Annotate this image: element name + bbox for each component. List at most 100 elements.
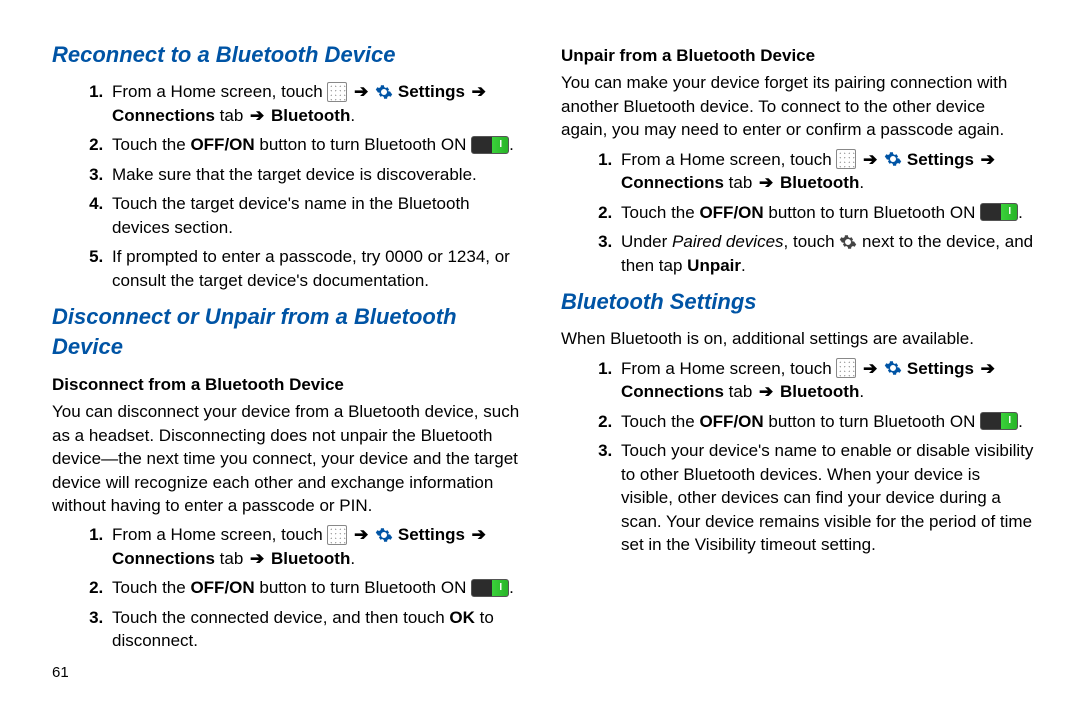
arrow-icon: ➔ xyxy=(352,525,370,544)
text: . xyxy=(350,106,355,125)
settings-label: Settings xyxy=(907,150,979,169)
text: Touch the xyxy=(112,578,190,597)
heading-bluetooth-settings: Bluetooth Settings xyxy=(561,287,1036,317)
text: . xyxy=(509,578,514,597)
list-item: Touch the target device's name in the Bl… xyxy=(108,192,527,239)
connections-label: Connections xyxy=(112,106,215,125)
toggle-on-icon xyxy=(471,579,509,597)
offon-label: OFF/ON xyxy=(699,412,763,431)
list-item: Touch the OFF/ON button to turn Bluetoot… xyxy=(617,201,1036,224)
bluetooth-settings-paragraph: When Bluetooth is on, additional setting… xyxy=(561,327,1036,350)
bluetooth-settings-steps: From a Home screen, touch ➔ Settings ➔ C… xyxy=(561,357,1036,557)
text: . xyxy=(1018,412,1023,431)
offon-label: OFF/ON xyxy=(699,203,763,222)
list-item: Touch the connected device, and then tou… xyxy=(108,606,527,653)
settings-label: Settings xyxy=(398,525,470,544)
apps-icon xyxy=(836,149,856,169)
arrow-icon: ➔ xyxy=(470,82,488,101)
subheading-disconnect: Disconnect from a Bluetooth Device xyxy=(52,373,527,396)
offon-label: OFF/ON xyxy=(190,135,254,154)
arrow-icon: ➔ xyxy=(757,173,775,192)
left-column: Reconnect to a Bluetooth Device From a H… xyxy=(52,40,527,683)
disconnect-steps: From a Home screen, touch ➔ Settings ➔ C… xyxy=(52,523,527,652)
arrow-icon: ➔ xyxy=(248,549,266,568)
arrow-icon: ➔ xyxy=(861,150,879,169)
gear-icon xyxy=(375,526,393,544)
reconnect-steps: From a Home screen, touch ➔ Settings ➔ C… xyxy=(52,80,527,292)
text: button to turn Bluetooth ON xyxy=(764,412,980,431)
apps-icon xyxy=(327,525,347,545)
text: Under xyxy=(621,232,672,251)
text: . xyxy=(509,135,514,154)
text: Touch the xyxy=(112,135,190,154)
text: From a Home screen, touch xyxy=(621,150,836,169)
toggle-on-icon xyxy=(471,136,509,154)
text: tab xyxy=(215,549,248,568)
text: button to turn Bluetooth ON xyxy=(255,578,471,597)
list-item: From a Home screen, touch ➔ Settings ➔ C… xyxy=(617,357,1036,404)
offon-label: OFF/ON xyxy=(190,578,254,597)
subheading-unpair: Unpair from a Bluetooth Device xyxy=(561,44,1036,67)
list-item: From a Home screen, touch ➔ Settings ➔ C… xyxy=(108,80,527,127)
connections-label: Connections xyxy=(621,173,724,192)
arrow-icon: ➔ xyxy=(979,359,997,378)
apps-icon xyxy=(836,358,856,378)
text: . xyxy=(859,382,864,401)
text: tab xyxy=(724,382,757,401)
text: . xyxy=(350,549,355,568)
page-number: 61 xyxy=(52,663,527,684)
gear-icon xyxy=(884,150,902,168)
bluetooth-label: Bluetooth xyxy=(266,549,350,568)
list-item: Make sure that the target device is disc… xyxy=(108,163,527,186)
text: tab xyxy=(215,106,248,125)
heading-disconnect-unpair: Disconnect or Unpair from a Bluetooth De… xyxy=(52,302,527,363)
ok-label: OK xyxy=(449,608,475,627)
text: Touch the connected device, and then tou… xyxy=(112,608,449,627)
unpair-label: Unpair xyxy=(687,256,741,275)
arrow-icon: ➔ xyxy=(470,525,488,544)
gear-icon xyxy=(884,359,902,377)
bluetooth-label: Bluetooth xyxy=(775,173,859,192)
list-item: From a Home screen, touch ➔ Settings ➔ C… xyxy=(108,523,527,570)
paired-devices-label: Paired devices xyxy=(672,232,784,251)
gear-icon xyxy=(839,233,857,251)
unpair-steps: From a Home screen, touch ➔ Settings ➔ C… xyxy=(561,148,1036,277)
list-item: From a Home screen, touch ➔ Settings ➔ C… xyxy=(617,148,1036,195)
arrow-icon: ➔ xyxy=(861,359,879,378)
text: tab xyxy=(724,173,757,192)
settings-label: Settings xyxy=(398,82,470,101)
page-root: Reconnect to a Bluetooth Device From a H… xyxy=(0,0,1080,693)
arrow-icon: ➔ xyxy=(352,82,370,101)
settings-label: Settings xyxy=(907,359,979,378)
gear-icon xyxy=(375,83,393,101)
arrow-icon: ➔ xyxy=(248,106,266,125)
list-item: Under Paired devices, touch next to the … xyxy=(617,230,1036,277)
list-item: If prompted to enter a passcode, try 000… xyxy=(108,245,527,292)
toggle-on-icon xyxy=(980,203,1018,221)
list-item: Touch your device's name to enable or di… xyxy=(617,439,1036,556)
text: . xyxy=(859,173,864,192)
text: button to turn Bluetooth ON xyxy=(764,203,980,222)
arrow-icon: ➔ xyxy=(757,382,775,401)
text: From a Home screen, touch xyxy=(112,82,327,101)
apps-icon xyxy=(327,82,347,102)
list-item: Touch the OFF/ON button to turn Bluetoot… xyxy=(617,410,1036,433)
heading-reconnect: Reconnect to a Bluetooth Device xyxy=(52,40,527,70)
text: . xyxy=(1018,203,1023,222)
right-column: Unpair from a Bluetooth Device You can m… xyxy=(561,40,1036,683)
text: From a Home screen, touch xyxy=(112,525,327,544)
connections-label: Connections xyxy=(112,549,215,568)
text: From a Home screen, touch xyxy=(621,359,836,378)
bluetooth-label: Bluetooth xyxy=(266,106,350,125)
toggle-on-icon xyxy=(980,412,1018,430)
arrow-icon: ➔ xyxy=(979,150,997,169)
text: Touch the xyxy=(621,412,699,431)
bluetooth-label: Bluetooth xyxy=(775,382,859,401)
text: Touch the xyxy=(621,203,699,222)
connections-label: Connections xyxy=(621,382,724,401)
list-item: Touch the OFF/ON button to turn Bluetoot… xyxy=(108,133,527,156)
unpair-paragraph: You can make your device forget its pair… xyxy=(561,71,1036,141)
text: , touch xyxy=(784,232,840,251)
list-item: Touch the OFF/ON button to turn Bluetoot… xyxy=(108,576,527,599)
text: button to turn Bluetooth ON xyxy=(255,135,471,154)
